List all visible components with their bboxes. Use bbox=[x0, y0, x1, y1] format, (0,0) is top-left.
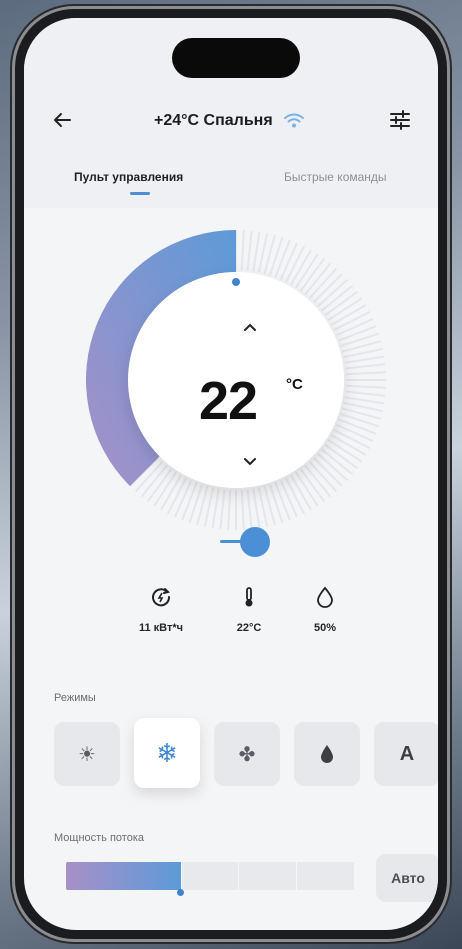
temperature-value: 22 bbox=[199, 371, 258, 431]
flow-segment-divider bbox=[238, 862, 239, 890]
tab-remote-control[interactable]: Пульт управления bbox=[74, 170, 183, 184]
humidity-drop-icon bbox=[317, 586, 333, 608]
stat-energy: 11 кВт*ч bbox=[126, 586, 196, 636]
dial-tick bbox=[219, 489, 226, 530]
dial-tick bbox=[344, 355, 385, 364]
phone-frame: +24°C Спальня Пульт управления Быстрые к… bbox=[12, 6, 450, 942]
tab-quick-commands[interactable]: Быстрые команды bbox=[284, 170, 387, 184]
page-title: +24°C Спальня bbox=[154, 112, 305, 130]
dial-tick bbox=[345, 371, 386, 376]
temperature-unit: °C bbox=[286, 376, 303, 393]
dial-tick bbox=[338, 418, 377, 435]
dial-tick bbox=[274, 239, 291, 278]
settings-sliders-icon[interactable] bbox=[388, 108, 412, 132]
chevron-up-icon[interactable] bbox=[242, 321, 258, 333]
dial-tick bbox=[240, 230, 245, 271]
active-tab-indicator bbox=[130, 192, 150, 195]
snowflake-icon: ❄ bbox=[156, 737, 178, 768]
dial-tick bbox=[274, 482, 291, 521]
flow-power-bar[interactable] bbox=[66, 862, 354, 890]
mode-auto-button[interactable]: A bbox=[374, 722, 438, 786]
wifi-icon bbox=[283, 113, 304, 128]
dial-tick bbox=[338, 325, 377, 342]
dial-tick bbox=[345, 363, 386, 370]
dial-tick bbox=[344, 396, 385, 405]
flow-segment-divider bbox=[296, 862, 297, 890]
dial-marker bbox=[232, 278, 240, 286]
thermometer-icon bbox=[245, 587, 253, 607]
dynamic-island bbox=[172, 38, 300, 78]
mode-cool-button[interactable]: ❄ bbox=[134, 718, 200, 788]
chevron-down-icon[interactable] bbox=[242, 456, 258, 468]
dial-tick bbox=[246, 489, 253, 530]
mode-dry-button[interactable] bbox=[294, 722, 360, 786]
sun-icon: ☀ bbox=[78, 743, 96, 766]
power-toggle[interactable] bbox=[220, 525, 280, 557]
back-arrow-icon[interactable] bbox=[50, 108, 74, 132]
dial-tick bbox=[345, 390, 386, 397]
stat-temperature: 22°C bbox=[214, 586, 284, 636]
tab-bar: Пульт управления Быстрые команды bbox=[24, 166, 438, 206]
temperature-stat-value: 22°C bbox=[236, 622, 262, 634]
mode-fan-button[interactable]: ✤ bbox=[214, 722, 280, 786]
dial-tick bbox=[246, 230, 253, 271]
dial-tick bbox=[181, 482, 198, 521]
drop-icon bbox=[321, 745, 333, 763]
dial-tick bbox=[227, 489, 232, 530]
room-title: +24°C Спальня bbox=[154, 112, 273, 129]
dial-tick bbox=[252, 231, 261, 272]
dial-tick bbox=[345, 384, 386, 389]
stat-humidity: 50% bbox=[290, 586, 360, 636]
modes-label: Режимы bbox=[54, 692, 96, 704]
flow-segment-divider bbox=[181, 862, 182, 890]
fan-icon: ✤ bbox=[238, 743, 256, 766]
dial-tick bbox=[211, 488, 220, 529]
flow-power-marker bbox=[177, 889, 184, 896]
flow-power-fill bbox=[66, 862, 182, 890]
auto-flow-button[interactable]: Авто bbox=[376, 854, 438, 902]
flow-power-label: Мощность потока bbox=[54, 832, 145, 844]
humidity-value: 50% bbox=[313, 622, 337, 634]
energy-icon bbox=[152, 588, 171, 607]
dial-tick bbox=[240, 489, 245, 530]
app-screen: +24°C Спальня Пульт управления Быстрые к… bbox=[24, 18, 438, 930]
dial-tick bbox=[252, 488, 261, 529]
auto-icon: A bbox=[399, 742, 415, 765]
mode-heat-button[interactable]: ☀ bbox=[54, 722, 120, 786]
toggle-knob[interactable] bbox=[240, 527, 270, 557]
energy-value: 11 кВт*ч bbox=[138, 622, 184, 634]
